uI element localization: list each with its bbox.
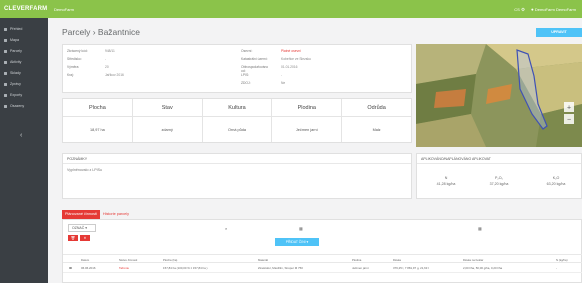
activity-tabs: Plánované činnosti Historie parcely: [62, 210, 132, 219]
sidebar-item-label: Aktivity: [10, 60, 22, 64]
info-row: Kraj: Jaříkov 2016: [67, 73, 124, 77]
sidebar-item-aktivity[interactable]: Aktivity: [0, 57, 48, 67]
info-row: Obhospodařováno od: 01.01.2016: [241, 65, 298, 73]
page-title: Parcely › Bažantnice: [62, 27, 140, 37]
table-header: Datum Název činnosti Plocha (ha) Materiá…: [63, 254, 582, 263]
sidebar-item-sklady[interactable]: Sklady: [0, 68, 48, 78]
storage-icon: [4, 71, 7, 75]
notes-panel: POZNÁMKY Vyplněnovalo z LPISu: [62, 153, 412, 199]
tab-history[interactable]: Historie parcely: [100, 210, 132, 219]
edit-button[interactable]: UPRAVIT: [536, 28, 582, 37]
sidebar-item-prehled[interactable]: Přehled: [0, 24, 48, 34]
notes-text[interactable]: Vyplněnovalo z LPISu: [63, 164, 411, 176]
parcel-icon: [4, 49, 7, 53]
select-dropdown[interactable]: OZNAČ ▾: [68, 224, 96, 232]
info-row: Středisko: -: [67, 57, 107, 61]
info-row: Zkrácený kód: 948/11: [67, 49, 115, 53]
sidebar-item-zpravy[interactable]: Zprávy: [0, 79, 48, 89]
seed-icon: [4, 104, 7, 108]
summary-col-odruda: Odrůda Malz: [342, 99, 411, 142]
parcel-map[interactable]: + −: [416, 44, 582, 147]
info-row: ZDOJ: Ne: [241, 81, 286, 85]
nutrient-n: N 41,28 kg/ha: [436, 176, 456, 186]
applied-title: APLIKOVÁNO/NAPLÁNOVÁNO APLIKOVAT: [417, 154, 581, 164]
farm-name[interactable]: DemoFarm: [54, 7, 74, 12]
tab-planned[interactable]: Plánované činnosti: [62, 210, 100, 219]
svg-text:+: +: [567, 105, 571, 112]
sidebar-item-label: Zprávy: [10, 82, 21, 86]
user-icon: ●: [531, 7, 534, 12]
satellite-map-image: + −: [416, 44, 582, 147]
sidebar-item-label: Osazeny: [10, 104, 25, 108]
message-icon: [4, 82, 7, 86]
activity-icon: [4, 60, 7, 64]
parcel-info-panel: Zkrácený kód: 948/11 Středisko: - Výměra: 2…: [62, 44, 412, 93]
summary-columns: Plocha 18,97 ha Stav zdarný Kultura Orná pů…: [63, 99, 411, 142]
summary-col-plodina: Plodina Ječmen jarní: [272, 99, 343, 142]
user-menu[interactable]: ● DemoFarm DemoFarm: [531, 7, 576, 12]
parcel-summary-table: Plocha 18,97 ha Stav zdarný Kultura Orná pů…: [62, 98, 412, 143]
sidebar-item-mapa[interactable]: Mapa: [0, 35, 48, 45]
sidebar-item-label: Přehled: [10, 27, 23, 31]
activities-table-panel: OZNAČ ▾ 🗑 ✕ ⌕ ▦ ▦ PŘIDAT ČINI ▾ Datum Ná…: [62, 219, 582, 283]
calendar-icon[interactable]: ▦: [478, 226, 482, 231]
sidebar-item-label: Parcely: [10, 49, 22, 53]
top-bar-right: CS ⚙ ● DemoFarm DemoFarm: [514, 7, 576, 13]
summary-col-stav: Stav zdarný: [132, 99, 203, 142]
sidebar-item-parcely[interactable]: Parcely: [0, 46, 48, 56]
notes-title: POZNÁMKY: [63, 154, 411, 164]
sidebar-item-label: Exporty: [10, 93, 23, 97]
language-selector[interactable]: CS ⚙: [514, 7, 525, 13]
sidebar-item-osazeny[interactable]: Osazeny: [0, 101, 48, 111]
map-icon: [4, 38, 7, 42]
nutrient-k: K₂O 63,20 kg/ha: [546, 176, 566, 186]
brand-logo[interactable]: CLEVERFARM: [0, 0, 48, 18]
top-bar: DemoFarm CS ⚙ ● DemoFarm DemoFarm: [48, 0, 582, 18]
sidebar: CLEVERFARM Přehled Mapa Parcely Aktivity…: [0, 0, 48, 283]
collapse-sidebar-icon[interactable]: ‹: [20, 132, 22, 139]
info-row: Výměra: 20: [67, 65, 109, 69]
table-row[interactable]: 06.06.2016 Tažonie 157,84 ha (100,00 % z…: [63, 263, 582, 273]
applied-nutrients-panel: APLIKOVÁNO/NAPLÁNOVÁNO APLIKOVAT N 41,28 …: [416, 153, 582, 199]
summary-col-plocha: Plocha 18,97 ha: [63, 99, 133, 142]
summary-col-kultura: Kultura Orná půda: [202, 99, 273, 142]
close-icon[interactable]: ✕: [80, 235, 90, 241]
sidebar-item-label: Sklady: [10, 71, 21, 75]
search-icon[interactable]: ⌕: [225, 226, 227, 231]
nutrient-p: P₂O₅ 37,20 kg/ha: [489, 176, 509, 186]
sidebar-item-label: Mapa: [10, 38, 19, 42]
svg-text:−: −: [567, 117, 571, 124]
calendar-icon[interactable]: ▦: [299, 226, 303, 231]
sidebar-nav: Přehled Mapa Parcely Aktivity Sklady Zpr…: [0, 18, 48, 111]
gear-icon: ⚙: [520, 6, 526, 12]
info-row: LPIS: -: [241, 73, 283, 77]
sidebar-item-exporty[interactable]: Exporty: [0, 90, 48, 100]
info-row: Katastrální území: Kobeřice ve Slezsku: [241, 57, 311, 61]
row-checkbox[interactable]: [69, 266, 72, 269]
info-row: Osevní: Platné osevní: [241, 49, 301, 53]
delete-icon[interactable]: 🗑: [68, 235, 78, 241]
export-icon: [4, 93, 7, 97]
dashboard-icon: [4, 27, 7, 31]
add-activity-button[interactable]: PŘIDAT ČINI ▾: [275, 238, 319, 246]
